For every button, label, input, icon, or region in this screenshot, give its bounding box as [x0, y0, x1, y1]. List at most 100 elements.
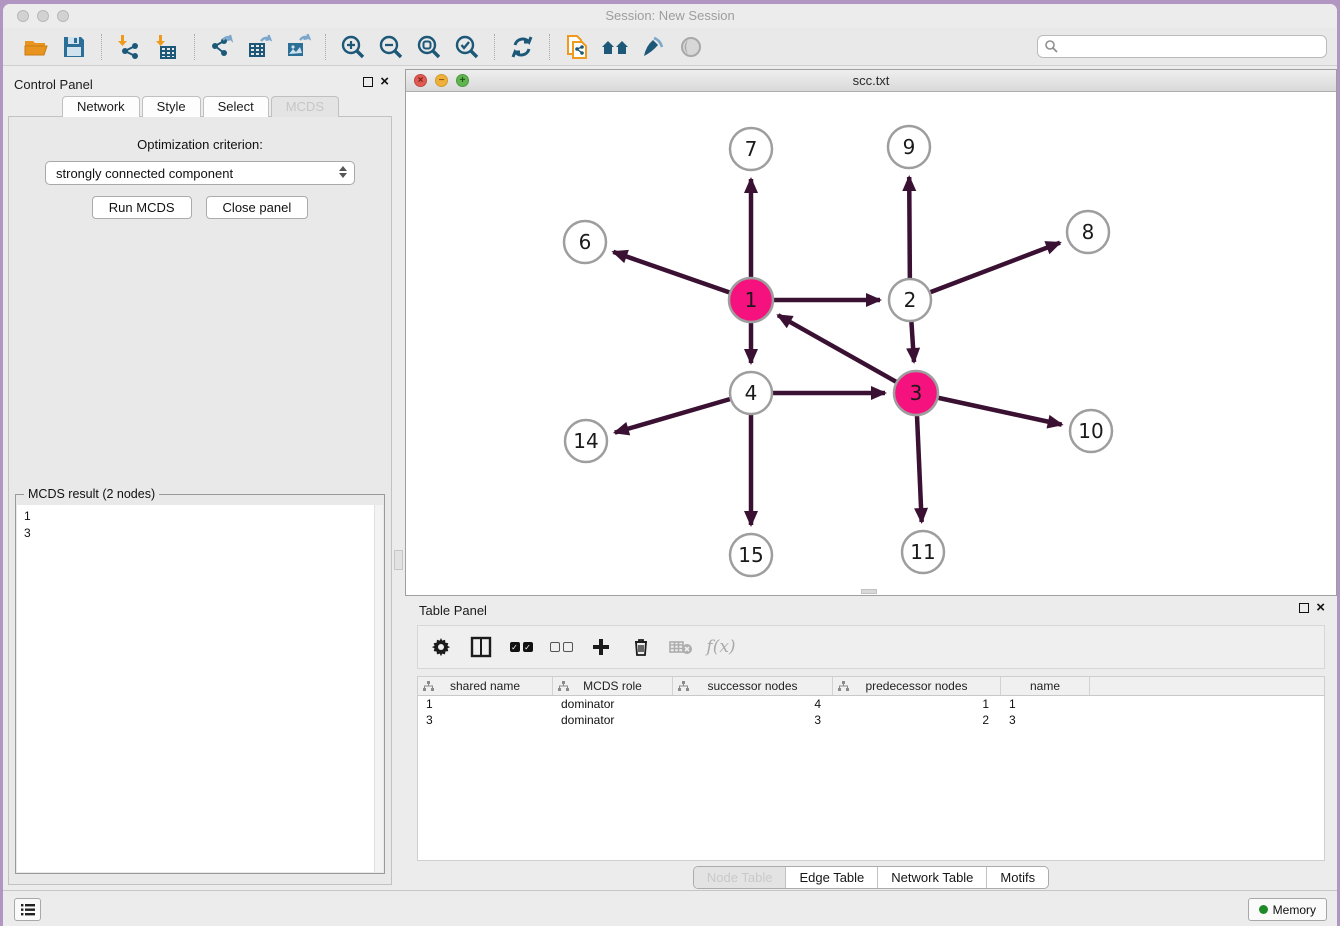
table-cell[interactable]: 1 [418, 696, 553, 712]
graph-node-label-7: 7 [745, 137, 758, 161]
network-canvas[interactable]: 7968124314101511 [406, 92, 1336, 595]
zoom-selected-icon[interactable] [452, 32, 482, 62]
memory-button[interactable]: Memory [1248, 898, 1327, 921]
table-toolbar: ✓✓ f(x) [417, 625, 1325, 669]
run-mcds-button[interactable]: Run MCDS [92, 196, 192, 219]
open-file-icon[interactable] [21, 32, 51, 62]
graph-node-label-3: 3 [910, 381, 923, 405]
scrollbar[interactable] [374, 505, 383, 872]
graph-node-label-1: 1 [745, 288, 758, 312]
tab-style[interactable]: Style [142, 96, 201, 117]
graph-edge-2-9[interactable] [909, 177, 910, 278]
panel-splitter-handle[interactable] [394, 550, 403, 570]
graphics-details-icon [676, 32, 706, 62]
import-table-icon[interactable] [152, 32, 182, 62]
mcds-result-line: 1 [24, 508, 383, 525]
close-panel-icon[interactable]: × [380, 77, 389, 87]
column-header-MCDS-role[interactable]: MCDS role [553, 677, 673, 695]
add-row-icon[interactable] [588, 634, 614, 660]
optimization-criterion-label: Optimization criterion: [9, 137, 391, 152]
table-panel: Table Panel × ✓✓ [405, 598, 1337, 894]
graph-node-label-10: 10 [1078, 419, 1103, 443]
column-header-shared-name[interactable]: shared name [418, 677, 553, 695]
tree-icon [838, 681, 849, 695]
tab-mcds[interactable]: MCDS [271, 96, 339, 117]
graph-node-label-11: 11 [910, 540, 935, 564]
table-cell[interactable]: 3 [673, 712, 833, 728]
mcds-result-title: MCDS result (2 nodes) [24, 487, 159, 501]
delete-row-icon[interactable] [628, 634, 654, 660]
tree-icon [558, 681, 569, 695]
task-history-button[interactable] [14, 898, 41, 921]
tab-select[interactable]: Select [203, 96, 269, 117]
graph-edge-2-8[interactable] [931, 243, 1060, 292]
graph-edge-3-11[interactable] [917, 416, 922, 522]
delete-table-icon [668, 634, 694, 660]
graph-node-label-9: 9 [903, 135, 916, 159]
graph-edge-2-3[interactable] [911, 322, 914, 362]
table-cell[interactable]: 1 [1001, 696, 1090, 712]
graph-node-label-2: 2 [904, 288, 917, 312]
graph-edge-3-10[interactable] [938, 398, 1061, 425]
network-hscroll-thumb[interactable] [861, 589, 877, 594]
zoom-in-icon[interactable] [338, 32, 368, 62]
export-image-icon[interactable] [283, 32, 313, 62]
table-cell[interactable]: dominator [553, 696, 673, 712]
close-table-panel-icon[interactable]: × [1316, 603, 1325, 613]
graph-edge-3-1[interactable] [778, 315, 896, 381]
graph-edge-1-6[interactable] [613, 252, 729, 293]
float-panel-icon[interactable] [363, 77, 373, 87]
export-table-icon[interactable] [245, 32, 275, 62]
save-session-icon[interactable] [59, 32, 89, 62]
gear-icon[interactable] [428, 634, 454, 660]
column-header-predecessor-nodes[interactable]: predecessor nodes [833, 677, 1001, 695]
tab-network-table[interactable]: Network Table [877, 867, 986, 888]
column-pane-icon[interactable] [468, 634, 494, 660]
export-network-icon[interactable] [207, 32, 237, 62]
table-cell[interactable]: dominator [553, 712, 673, 728]
duplicate-network-icon[interactable] [562, 32, 592, 62]
table-cell[interactable]: 3 [1001, 712, 1090, 728]
dropdown-stepper-icon [339, 166, 347, 178]
toolbar-separator [101, 34, 102, 60]
tab-node-table[interactable]: Node Table [694, 867, 786, 888]
first-neighbors-icon[interactable] [600, 32, 630, 62]
paint-style-icon[interactable] [638, 32, 668, 62]
table-row[interactable]: 1dominator411 [418, 696, 1324, 712]
search-field-wrap [1037, 35, 1327, 58]
deselect-all-icon[interactable] [548, 634, 574, 660]
tab-edge-table[interactable]: Edge Table [785, 867, 877, 888]
zoom-fit-icon[interactable] [414, 32, 444, 62]
network-view-window: × − + scc.txt 7968124314101511 [405, 69, 1337, 596]
table-cell[interactable]: 1 [833, 696, 1001, 712]
select-all-icon[interactable]: ✓✓ [508, 634, 534, 660]
tree-icon [423, 681, 434, 695]
table-cell[interactable]: 4 [673, 696, 833, 712]
refresh-icon[interactable] [507, 32, 537, 62]
close-panel-button[interactable]: Close panel [206, 196, 309, 219]
column-header-label: predecessor nodes [865, 679, 967, 693]
zoom-out-icon[interactable] [376, 32, 406, 62]
table-cell[interactable]: 3 [418, 712, 553, 728]
application-window: Session: New Session [3, 4, 1337, 926]
mcds-result-text[interactable]: 13 [17, 505, 383, 872]
tab-network[interactable]: Network [62, 96, 140, 117]
import-network-icon[interactable] [114, 32, 144, 62]
column-header-successor-nodes[interactable]: successor nodes [673, 677, 833, 695]
table-panel-header: Table Panel × [405, 598, 1337, 622]
graph-node-label-6: 6 [579, 230, 592, 254]
column-header-name[interactable]: name [1001, 677, 1090, 695]
tree-icon [678, 681, 689, 695]
tab-motifs[interactable]: Motifs [986, 867, 1048, 888]
table-cell[interactable]: 2 [833, 712, 1001, 728]
float-table-panel-icon[interactable] [1299, 603, 1309, 613]
mcds-panel: Optimization criterion: strongly connect… [8, 116, 392, 885]
toolbar-separator [494, 34, 495, 60]
network-window-titlebar[interactable]: × − + scc.txt [406, 70, 1336, 92]
table-row[interactable]: 3dominator323 [418, 712, 1324, 728]
search-input[interactable] [1037, 35, 1327, 58]
optimization-criterion-select[interactable]: strongly connected component [45, 161, 355, 185]
column-header-label: successor nodes [707, 679, 797, 693]
node-table: shared nameMCDS role successor nodes prede… [417, 676, 1325, 861]
graph-edge-4-14[interactable] [615, 399, 730, 432]
